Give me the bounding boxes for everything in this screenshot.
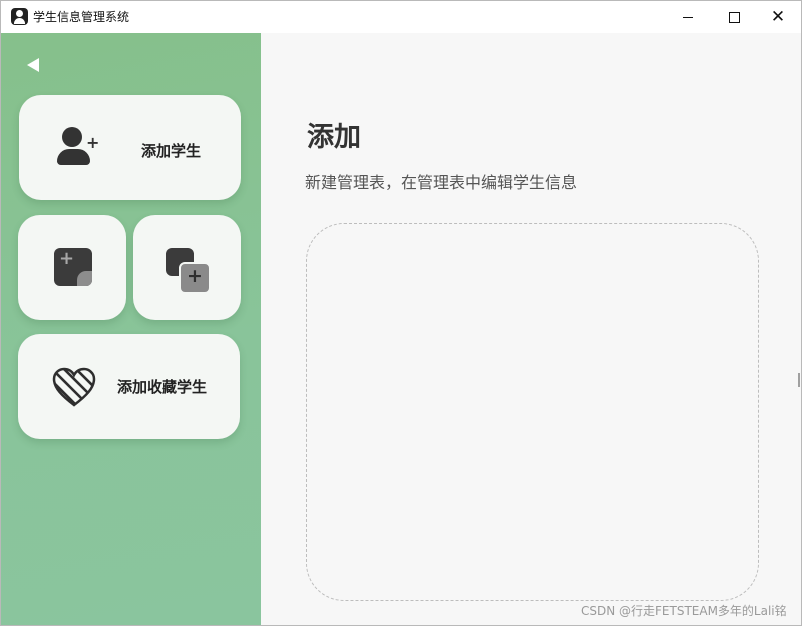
minimize-icon (683, 16, 693, 18)
watermark-text: CSDN @行走FETSTEAM多年的Lali铭 (581, 604, 787, 618)
student-app-icon (11, 8, 28, 25)
sidebar: + 添加学生 + + 添加收藏学生 (1, 33, 261, 625)
note-plus-icon: + (54, 248, 92, 286)
page-title: 添加 (307, 122, 361, 153)
table-drop-area[interactable] (306, 223, 759, 601)
maximize-button[interactable] (711, 1, 757, 33)
app-window: 学生信息管理系统 ✕ + 添加学生 + + 添加收藏学生 添加 新建管理表，在管… (0, 0, 802, 626)
add-student-card[interactable]: + 添加学生 (19, 95, 241, 200)
main-panel: 添加 新建管理表，在管理表中编辑学生信息 CSDN @行走FETSTEAM多年的… (261, 33, 801, 625)
user-plus-icon: + (56, 125, 102, 169)
add-favorite-student-label: 添加收藏学生 (117, 378, 208, 396)
close-button[interactable]: ✕ (755, 1, 801, 33)
new-note-card[interactable]: + (18, 215, 126, 320)
add-student-label: 添加学生 (141, 142, 202, 160)
copy-plus-icon: + (166, 248, 211, 294)
resize-handle[interactable] (798, 373, 800, 387)
add-favorite-student-card[interactable]: 添加收藏学生 (18, 334, 240, 439)
page-subtitle: 新建管理表，在管理表中编辑学生信息 (305, 173, 578, 192)
heart-icon (52, 367, 96, 407)
copy-add-card[interactable]: + (133, 215, 241, 320)
close-icon: ✕ (770, 6, 786, 27)
maximize-icon (728, 11, 740, 23)
window-title: 学生信息管理系统 (33, 10, 130, 24)
back-arrow-icon[interactable] (27, 58, 39, 72)
minimize-button[interactable] (665, 1, 711, 33)
title-bar[interactable]: 学生信息管理系统 ✕ (1, 1, 801, 33)
